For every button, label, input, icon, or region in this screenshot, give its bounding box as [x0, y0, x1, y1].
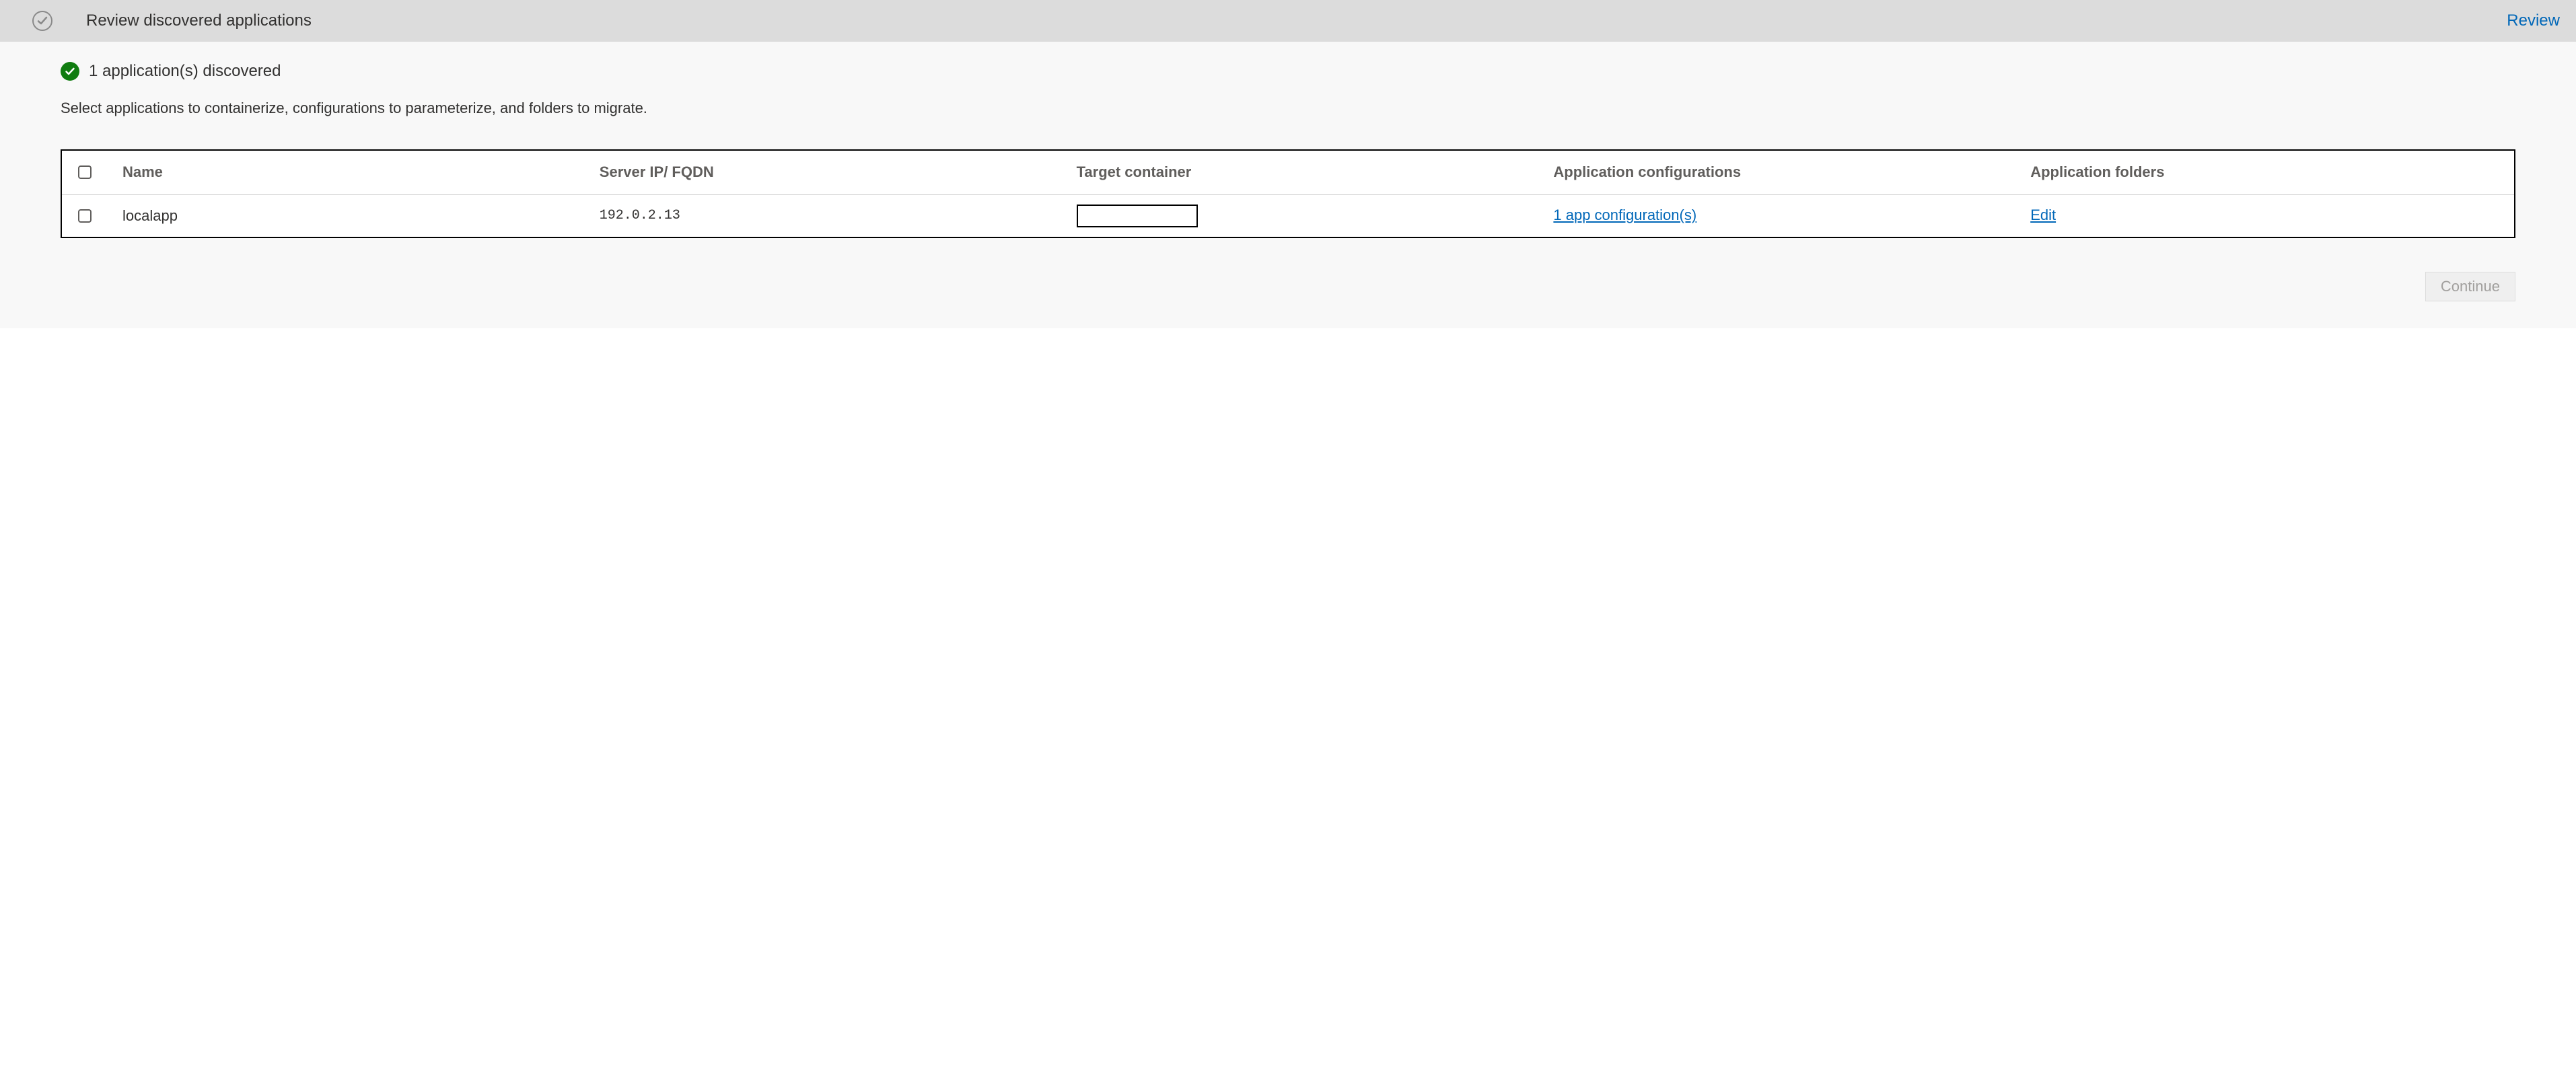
table-header-row: Name Server IP/ FQDN Target container Ap… — [62, 151, 2514, 195]
step-header: Review discovered applications Review — [0, 0, 2576, 42]
server-ip: 192.0.2.13 — [600, 208, 1070, 223]
step-content: 1 application(s) discovered Select appli… — [0, 42, 2576, 328]
edit-folders-link[interactable]: Edit — [2030, 206, 2056, 225]
col-configs: Application configurations — [1553, 163, 2024, 182]
footer: Continue — [61, 272, 2515, 301]
step-complete-icon — [32, 11, 52, 31]
applications-table: Name Server IP/ FQDN Target container Ap… — [61, 149, 2515, 238]
app-name: localapp — [122, 207, 593, 225]
table-row: localapp 192.0.2.13 1 app configuration(… — [62, 195, 2514, 237]
wizard-panel: Review discovered applications Review 1 … — [0, 0, 2576, 328]
col-server: Server IP/ FQDN — [600, 163, 1070, 182]
success-icon — [61, 62, 79, 81]
select-all-checkbox[interactable] — [78, 165, 92, 179]
col-name: Name — [122, 163, 593, 182]
discovery-status-text: 1 application(s) discovered — [89, 62, 281, 81]
discovery-status: 1 application(s) discovered — [61, 62, 2515, 81]
row-select-checkbox[interactable] — [78, 209, 92, 223]
step-title: Review discovered applications — [86, 11, 2473, 30]
instruction-text: Select applications to containerize, con… — [61, 100, 2515, 117]
continue-button[interactable]: Continue — [2425, 272, 2515, 301]
app-configurations-link[interactable]: 1 app configuration(s) — [1553, 206, 1696, 225]
review-link[interactable]: Review — [2507, 11, 2560, 30]
target-container-input[interactable] — [1077, 205, 1198, 227]
col-target: Target container — [1077, 163, 1547, 182]
col-folders: Application folders — [2030, 163, 2501, 182]
